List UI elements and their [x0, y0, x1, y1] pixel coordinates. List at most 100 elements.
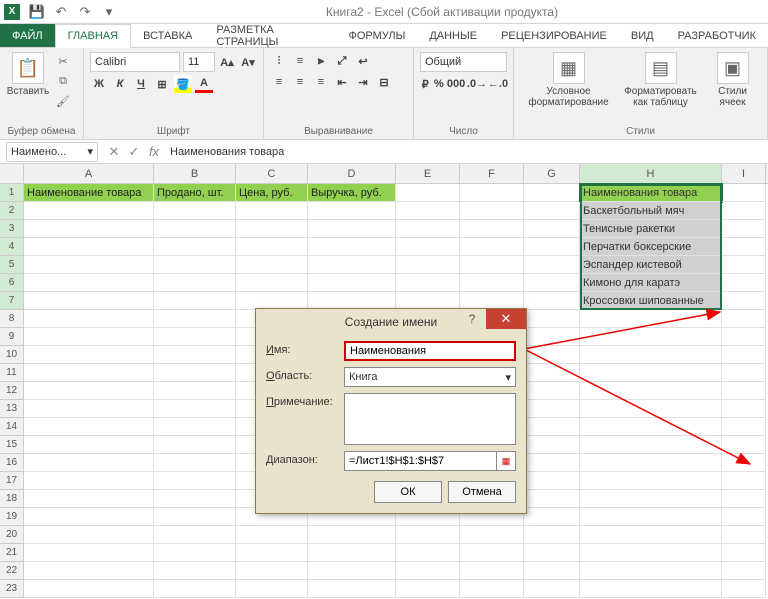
orientation-icon[interactable]: ⤢ [333, 52, 351, 70]
row-header[interactable]: 7 [0, 292, 24, 310]
cell-styles-button[interactable]: ▣ Стили ячеек [709, 52, 757, 108]
cell-G10[interactable] [524, 346, 580, 364]
cell-B18[interactable] [154, 490, 236, 508]
cell-G18[interactable] [524, 490, 580, 508]
paste-button[interactable]: 📋 Вставить [6, 52, 50, 97]
cell-D2[interactable] [308, 202, 396, 220]
undo-icon[interactable]: ↶ [50, 2, 72, 22]
cell-D22[interactable] [308, 562, 396, 580]
cell-G11[interactable] [524, 364, 580, 382]
cell-A22[interactable] [24, 562, 154, 580]
cell-B17[interactable] [154, 472, 236, 490]
col-header-I[interactable]: I [722, 164, 766, 183]
cell-C22[interactable] [236, 562, 308, 580]
cell-G21[interactable] [524, 544, 580, 562]
cell-B20[interactable] [154, 526, 236, 544]
cell-I2[interactable] [722, 202, 766, 220]
cell-D1[interactable]: Выручка, руб. [308, 184, 396, 202]
cell-H20[interactable] [580, 526, 722, 544]
align-middle-icon[interactable]: ≡ [291, 52, 309, 70]
cell-I5[interactable] [722, 256, 766, 274]
cell-I7[interactable] [722, 292, 766, 310]
row-header[interactable]: 5 [0, 256, 24, 274]
cell-D20[interactable] [308, 526, 396, 544]
border-icon[interactable]: ⊞ [153, 75, 171, 93]
cell-G2[interactable] [524, 202, 580, 220]
tab-view[interactable]: ВИД [619, 24, 666, 47]
cell-B9[interactable] [154, 328, 236, 346]
cell-G20[interactable] [524, 526, 580, 544]
bold-button[interactable]: Ж [90, 75, 108, 93]
cell-H6[interactable]: Кимоно для каратэ [580, 274, 722, 292]
font-color-icon[interactable]: A [195, 75, 213, 93]
row-header[interactable]: 15 [0, 436, 24, 454]
cell-B23[interactable] [154, 580, 236, 598]
cell-G19[interactable] [524, 508, 580, 526]
cell-B5[interactable] [154, 256, 236, 274]
cell-A21[interactable] [24, 544, 154, 562]
font-name-combo[interactable]: Calibri [90, 52, 180, 72]
formula-input[interactable]: Наименования товара [164, 146, 768, 158]
cell-H10[interactable] [580, 346, 722, 364]
comment-textarea[interactable] [344, 393, 516, 445]
cell-B16[interactable] [154, 454, 236, 472]
cell-E22[interactable] [396, 562, 460, 580]
indent-increase-icon[interactable]: ⇥ [354, 73, 372, 91]
cell-I10[interactable] [722, 346, 766, 364]
cell-I11[interactable] [722, 364, 766, 382]
cell-I3[interactable] [722, 220, 766, 238]
cell-B10[interactable] [154, 346, 236, 364]
cell-G8[interactable] [524, 310, 580, 328]
decrease-decimal-icon[interactable]: ←.0 [489, 75, 507, 93]
cell-G4[interactable] [524, 238, 580, 256]
cell-C21[interactable] [236, 544, 308, 562]
cell-D5[interactable] [308, 256, 396, 274]
cell-G15[interactable] [524, 436, 580, 454]
row-header[interactable]: 9 [0, 328, 24, 346]
italic-button[interactable]: К [111, 75, 129, 93]
col-header-D[interactable]: D [308, 164, 396, 183]
row-header[interactable]: 1 [0, 184, 24, 202]
cell-H5[interactable]: Эспандер кистевой [580, 256, 722, 274]
cell-A8[interactable] [24, 310, 154, 328]
cell-D3[interactable] [308, 220, 396, 238]
cell-C5[interactable] [236, 256, 308, 274]
cell-A1[interactable]: Наименование товара [24, 184, 154, 202]
row-header[interactable]: 4 [0, 238, 24, 256]
cell-I4[interactable] [722, 238, 766, 256]
comma-icon[interactable]: 000 [447, 75, 465, 93]
qat-customize-icon[interactable]: ▾ [98, 2, 120, 22]
cell-F21[interactable] [460, 544, 524, 562]
cell-A16[interactable] [24, 454, 154, 472]
row-header[interactable]: 20 [0, 526, 24, 544]
cell-A18[interactable] [24, 490, 154, 508]
cell-F6[interactable] [460, 274, 524, 292]
cell-A6[interactable] [24, 274, 154, 292]
cell-A10[interactable] [24, 346, 154, 364]
cell-H12[interactable] [580, 382, 722, 400]
cell-I20[interactable] [722, 526, 766, 544]
cell-A4[interactable] [24, 238, 154, 256]
cell-B8[interactable] [154, 310, 236, 328]
cell-A20[interactable] [24, 526, 154, 544]
format-painter-icon[interactable]: 🖌 [54, 92, 72, 110]
cell-I17[interactable] [722, 472, 766, 490]
cell-B3[interactable] [154, 220, 236, 238]
cell-H8[interactable] [580, 310, 722, 328]
cell-H1[interactable]: Наименования товара [580, 184, 722, 202]
row-header[interactable]: 22 [0, 562, 24, 580]
cell-H7[interactable]: Кроссовки шипованные [580, 292, 722, 310]
cell-G16[interactable] [524, 454, 580, 472]
cell-B13[interactable] [154, 400, 236, 418]
merge-icon[interactable]: ⊟ [375, 73, 393, 91]
range-picker-icon[interactable]: ▦ [496, 451, 516, 471]
fill-color-icon[interactable]: 🪣 [174, 75, 192, 93]
cell-I6[interactable] [722, 274, 766, 292]
cell-H21[interactable] [580, 544, 722, 562]
row-header[interactable]: 2 [0, 202, 24, 220]
cancel-button[interactable]: Отмена [448, 481, 516, 503]
cell-E21[interactable] [396, 544, 460, 562]
cell-G9[interactable] [524, 328, 580, 346]
cell-E6[interactable] [396, 274, 460, 292]
cell-I23[interactable] [722, 580, 766, 598]
